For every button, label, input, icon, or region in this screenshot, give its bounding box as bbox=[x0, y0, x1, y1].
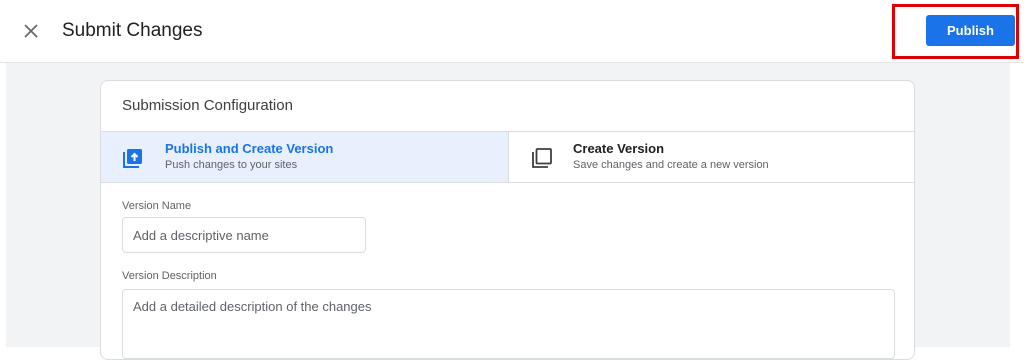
close-button[interactable] bbox=[20, 20, 42, 42]
option-publish-and-create-version[interactable]: Publish and Create Version Push changes … bbox=[101, 132, 509, 182]
version-name-label: Version Name bbox=[122, 200, 192, 212]
option-subtitle: Save changes and create a new version bbox=[573, 159, 769, 171]
page-title: Submit Changes bbox=[62, 20, 203, 41]
option-subtitle: Push changes to your sites bbox=[165, 159, 298, 171]
create-version-icon bbox=[532, 148, 552, 168]
version-description-label: Version Description bbox=[122, 270, 217, 282]
version-name-input[interactable] bbox=[122, 217, 366, 253]
option-title: Publish and Create Version bbox=[165, 141, 334, 156]
card-title: Submission Configuration bbox=[122, 97, 293, 114]
close-icon bbox=[24, 24, 38, 38]
option-create-version[interactable]: Create Version Save changes and create a… bbox=[509, 132, 914, 182]
option-title: Create Version bbox=[573, 141, 665, 156]
version-description-input[interactable] bbox=[122, 289, 895, 359]
submission-configuration-card: Submission Configuration Publish and Cre… bbox=[100, 80, 915, 360]
publish-upload-icon bbox=[123, 149, 142, 168]
top-bar: Submit Changes Publish bbox=[0, 0, 1024, 63]
submission-options: Publish and Create Version Push changes … bbox=[101, 131, 914, 183]
publish-button[interactable]: Publish bbox=[926, 15, 1015, 46]
